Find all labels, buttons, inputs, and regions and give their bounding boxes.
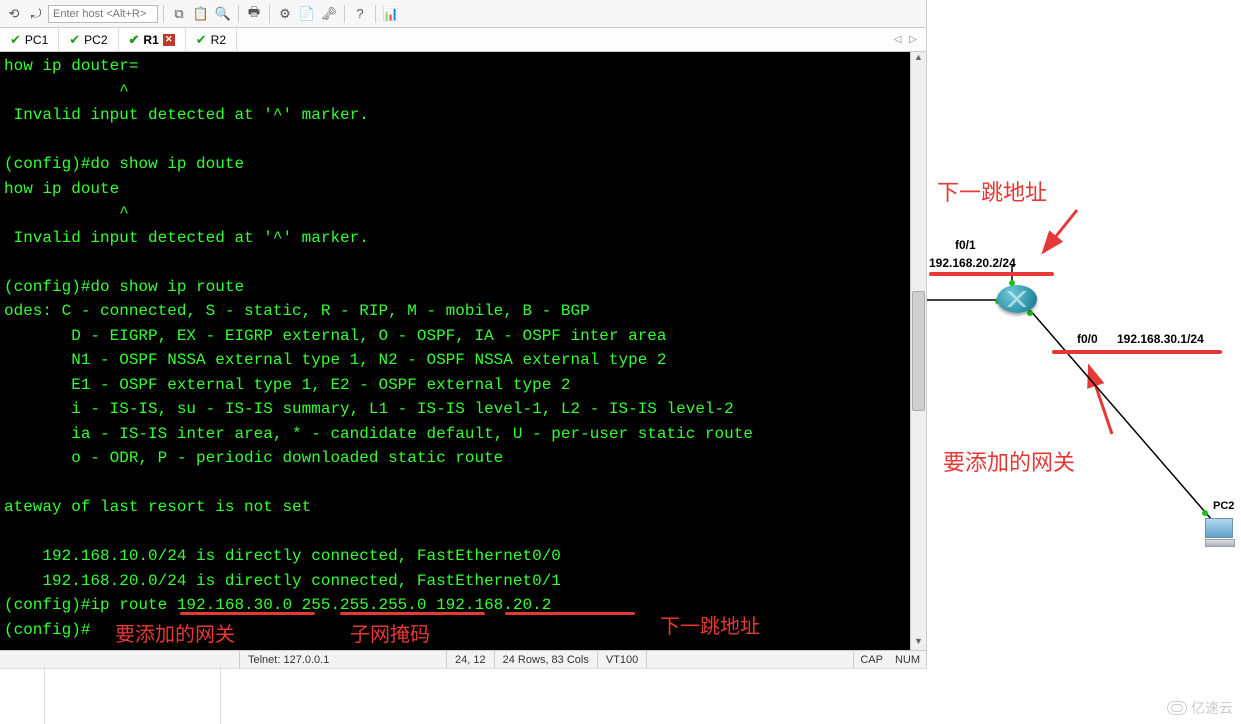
router-icon	[997, 285, 1037, 313]
close-icon[interactable]: ✕	[163, 34, 175, 46]
annotation-gateway-topo: 要添加的网关	[943, 445, 1075, 477]
annotation-underline	[929, 272, 1054, 276]
tab-bar: ✔ PC1 ✔ PC2 ✔ R1 ✕ ✔ R2 ◁ ▷	[0, 28, 926, 52]
topology-panel: 下一跳地址 f0/1 192.168.20.2/24 f0/0 192.168.…	[927, 0, 1241, 724]
check-icon: ✔	[69, 33, 80, 46]
terminal-wrap: how ip douter= ^ Invalid input detected …	[0, 52, 926, 650]
tab-pc2[interactable]: ✔ PC2	[59, 28, 118, 51]
status-bar: Telnet: 127.0.0.1 24, 12 24 Rows, 83 Col…	[0, 650, 926, 668]
tab-label: PC1	[25, 33, 48, 47]
tab-label: R1	[143, 33, 158, 47]
link-dot	[1202, 510, 1208, 516]
status-cap: CAP	[854, 651, 889, 668]
scroll-up-icon[interactable]: ▲	[911, 52, 926, 66]
reconnect-icon[interactable]: ⟲	[4, 4, 24, 24]
tab-label: PC2	[84, 33, 107, 47]
tab-scroll-arrows: ◁ ▷	[891, 28, 926, 51]
toolbar-separator	[375, 5, 376, 23]
tab-right-icon[interactable]: ▷	[906, 34, 920, 45]
keys-icon[interactable]: 🗝	[319, 4, 339, 24]
tab-left-icon[interactable]: ◁	[891, 34, 905, 45]
print-icon[interactable]: 🖶	[244, 4, 264, 24]
script-icon[interactable]: 📄	[297, 4, 317, 24]
net-bottom: 192.168.30.1/24	[1117, 332, 1204, 346]
toolbar-separator	[163, 5, 164, 23]
grid-lines	[0, 668, 927, 724]
iface-bottom: f0/0	[1077, 332, 1098, 346]
toolbar-separator	[344, 5, 345, 23]
copy-icon[interactable]: ⧉	[169, 4, 189, 24]
scroll-thumb[interactable]	[912, 291, 925, 411]
toolbar-separator	[269, 5, 270, 23]
pc-label: PC2	[1213, 500, 1234, 512]
chart-icon[interactable]: 📊	[381, 4, 401, 24]
annotation-nexthop-topo: 下一跳地址	[937, 175, 1047, 207]
toolbar-separator	[238, 5, 239, 23]
watermark: 亿速云	[1167, 698, 1233, 718]
status-spacer	[647, 651, 854, 668]
scroll-down-icon[interactable]: ▼	[911, 636, 926, 650]
terminal[interactable]: how ip douter= ^ Invalid input detected …	[0, 52, 910, 650]
status-size: 24 Rows, 83 Cols	[495, 651, 598, 668]
help-icon[interactable]: ?	[350, 4, 370, 24]
status-emulation: VT100	[598, 651, 647, 668]
check-icon: ✔	[196, 33, 207, 46]
tab-pc1[interactable]: ✔ PC1	[0, 28, 59, 51]
status-num: NUM	[889, 651, 926, 668]
check-icon: ✔	[129, 33, 140, 46]
settings-icon[interactable]: ⚙	[275, 4, 295, 24]
scrollbar[interactable]: ▲ ▼	[910, 52, 926, 650]
paste-icon[interactable]: 📋	[191, 4, 211, 24]
host-input[interactable]	[48, 5, 158, 23]
app-window: ⟲ ⤾ ⧉ 📋 🔍 🖶 ⚙ 📄 🗝 ? 📊 ✔ PC1 ✔ PC2 ✔ R1 ✕	[0, 0, 927, 668]
tab-r1[interactable]: ✔ R1 ✕	[119, 28, 186, 51]
status-connection: Telnet: 127.0.0.1	[240, 651, 447, 668]
pc-icon	[1205, 518, 1237, 550]
tab-label: R2	[211, 33, 226, 47]
cloud-icon	[1167, 701, 1187, 715]
find-icon[interactable]: 🔍	[213, 4, 233, 24]
arrow-icon	[927, 0, 1241, 724]
status-left	[0, 651, 240, 668]
link-dot	[1027, 310, 1033, 316]
status-cursor: 24, 12	[447, 651, 495, 668]
net-top: 192.168.20.2/24	[929, 256, 1016, 270]
refresh-icon[interactable]: ⤾	[26, 4, 46, 24]
check-icon: ✔	[10, 33, 21, 46]
watermark-text: 亿速云	[1191, 698, 1233, 718]
toolbar: ⟲ ⤾ ⧉ 📋 🔍 🖶 ⚙ 📄 🗝 ? 📊	[0, 0, 926, 28]
iface-top: f0/1	[955, 238, 976, 252]
annotation-underline	[1052, 350, 1222, 354]
tab-r2[interactable]: ✔ R2	[186, 28, 237, 51]
